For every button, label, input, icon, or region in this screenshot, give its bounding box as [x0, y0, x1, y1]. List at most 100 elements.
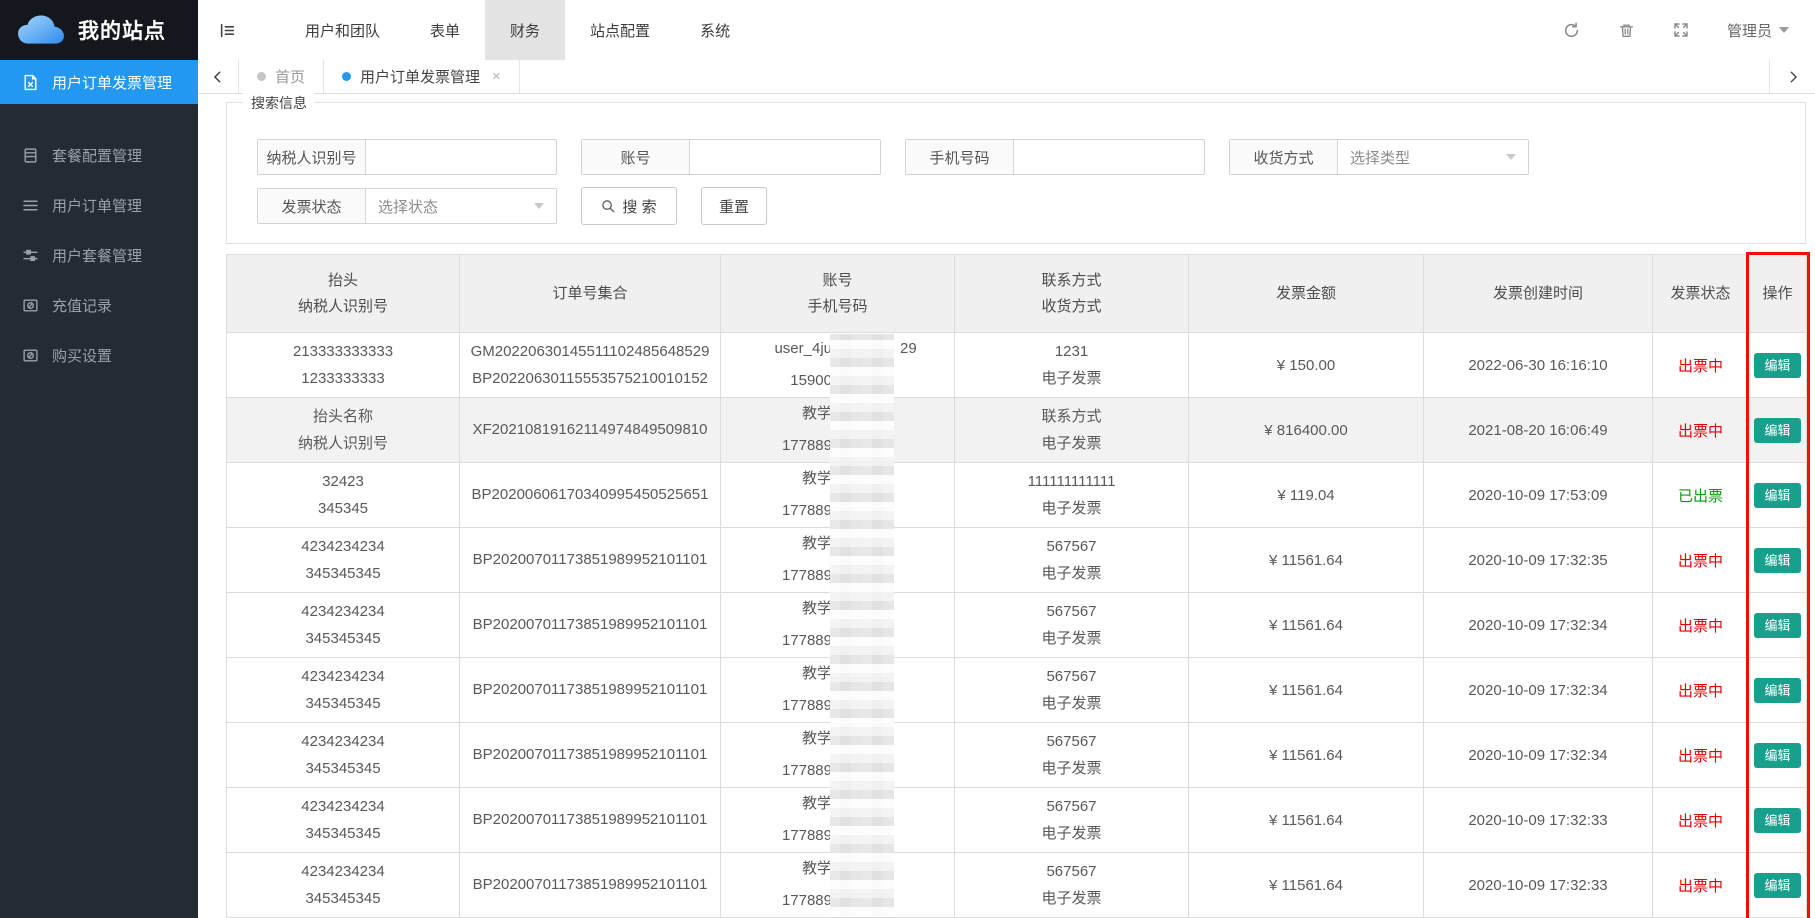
edit-button[interactable]: 编辑 — [1754, 678, 1800, 703]
account-text: 教学 — [802, 793, 832, 815]
tab-user-order-invoice-mgmt[interactable]: 用户订单发票管理× — [323, 60, 520, 93]
select-placeholder: 选择状态 — [378, 196, 438, 217]
nav-item-finance[interactable]: 财务 — [485, 0, 565, 60]
nav-item-users-teams[interactable]: 用户和团队 — [280, 0, 405, 60]
site-logo[interactable]: 我的站点 — [0, 0, 198, 60]
cell-created: 2020-10-09 17:32:33 — [1424, 788, 1653, 853]
cell-action: 编辑 — [1749, 723, 1807, 788]
reset-button[interactable]: 重置 — [701, 187, 767, 225]
search-panel-title: 搜索信息 — [243, 93, 315, 113]
search-select-invoice-status[interactable]: 选择状态 — [366, 189, 556, 223]
sidebar-item-label: 套餐配置管理 — [52, 145, 142, 166]
fullscreen-icon[interactable] — [1673, 22, 1689, 38]
edit-button[interactable]: 编辑 — [1754, 613, 1800, 638]
edit-button[interactable]: 编辑 — [1754, 808, 1800, 833]
cell-line: 567567 — [956, 536, 1187, 558]
search-input-account[interactable] — [690, 140, 880, 174]
nav-item-system[interactable]: 系统 — [675, 0, 755, 60]
cell-orders: GM20220630145511102485648529BP2022063011… — [460, 333, 721, 398]
cell-action: 编辑 — [1749, 333, 1807, 398]
search-input-taxpayer-id[interactable] — [366, 140, 556, 174]
cell-title: 4234234234345345345 — [227, 658, 460, 723]
cell-created: 2020-10-09 17:32:34 — [1424, 658, 1653, 723]
cloud-logo-icon — [16, 13, 66, 47]
cell-line: 电子发票 — [956, 758, 1187, 780]
refresh-icon[interactable] — [1563, 22, 1580, 39]
cell-line: 567567 — [956, 796, 1187, 818]
sidebar-item-package-config-mgmt[interactable]: 套餐配置管理 — [0, 133, 198, 177]
phone-text: 177889 — [782, 825, 832, 847]
cell-line: 567567 — [956, 601, 1187, 623]
cell-line: 电子发票 — [956, 888, 1187, 910]
cell-line: 111111111111 — [956, 471, 1187, 493]
edit-button[interactable]: 编辑 — [1754, 743, 1800, 768]
sidebar-item-label: 用户订单发票管理 — [52, 72, 172, 93]
search-field-taxpayer-id: 纳税人识别号 — [257, 139, 557, 175]
cell-action: 编辑 — [1749, 593, 1807, 658]
sidebar-item-user-package-mgmt[interactable]: 用户套餐管理 — [0, 233, 198, 277]
cell-line: 4234234234 — [228, 601, 458, 623]
table-row: 4234234234345345345BP2020070117385198995… — [227, 593, 1807, 658]
cell-action: 编辑 — [1749, 658, 1807, 723]
cell-line: 345345 — [228, 498, 458, 520]
tabs-scroll-right-button[interactable] — [1769, 60, 1815, 93]
cell-line: BP20200701173851989952101101 — [461, 874, 719, 896]
cell-line: 32423 — [228, 471, 458, 493]
status-badge: 出票中 — [1678, 358, 1723, 375]
header-line: 抬头 — [228, 270, 458, 292]
search-input-phone[interactable] — [1014, 140, 1204, 174]
cell-orders: XF20210819162114974849509810 — [460, 398, 721, 463]
search-button-label: 搜 索 — [622, 196, 656, 217]
table-row: 4234234234345345345BP2020070117385198995… — [227, 723, 1807, 788]
cell-title: 抬头名称纳税人识别号 — [227, 398, 460, 463]
cell-contact: 567567电子发票 — [955, 658, 1189, 723]
tab-close-icon[interactable]: × — [492, 68, 501, 85]
coin-icon — [22, 347, 39, 364]
status-badge: 出票中 — [1678, 423, 1723, 440]
cell-contact: 567567电子发票 — [955, 528, 1189, 593]
sidebar-item-user-order-invoice-mgmt[interactable]: 用户订单发票管理 — [0, 60, 198, 104]
user-menu[interactable]: 管理员 — [1727, 20, 1789, 41]
cell-status: 出票中 — [1653, 593, 1749, 658]
cell-line: 345345345 — [228, 823, 458, 845]
account-text: user_4ju — [774, 338, 832, 360]
sidebar-gap — [0, 104, 198, 133]
edit-button[interactable]: 编辑 — [1754, 483, 1800, 508]
cell-line: 电子发票 — [956, 823, 1187, 845]
status-badge: 出票中 — [1678, 813, 1723, 830]
sidebar-item-user-order-mgmt[interactable]: 用户订单管理 — [0, 183, 198, 227]
cell-contact: 111111111111电子发票 — [955, 463, 1189, 528]
phone-text: 177889 — [782, 760, 832, 782]
cell-amount: ¥ 11561.64 — [1189, 723, 1424, 788]
cell-contact: 1231电子发票 — [955, 333, 1189, 398]
header-line: 发票创建时间 — [1425, 283, 1651, 305]
tab-home[interactable]: 首页 — [238, 60, 323, 93]
nav-item-forms[interactable]: 表单 — [405, 0, 485, 60]
search-button[interactable]: 搜 索 — [581, 187, 677, 225]
edit-button[interactable]: 编辑 — [1754, 418, 1800, 443]
header-line: 手机号码 — [722, 296, 953, 318]
edit-button[interactable]: 编辑 — [1754, 548, 1800, 573]
sidebar-collapse-button[interactable] — [198, 0, 256, 60]
edit-button[interactable]: 编辑 — [1754, 873, 1800, 898]
col-header-invoice-amount: 发票金额 — [1189, 255, 1424, 333]
cell-line: GM20220630145511102485648529 — [461, 341, 719, 363]
cell-line: 抬头名称 — [228, 406, 458, 428]
chevron-down-icon — [534, 203, 544, 209]
cell-line: 213333333333 — [228, 341, 458, 363]
account-text-after: 29 — [900, 338, 917, 360]
sidebar-item-purchase-settings[interactable]: 购买设置 — [0, 333, 198, 377]
sidebar-item-recharge-records[interactable]: 充值记录 — [0, 283, 198, 327]
col-header-order-numbers: 订单号集合 — [460, 255, 721, 333]
tabs-scroll-left-button[interactable] — [198, 60, 238, 93]
cell-status: 出票中 — [1653, 788, 1749, 853]
status-badge: 已出票 — [1678, 488, 1723, 505]
nav-item-site-config[interactable]: 站点配置 — [565, 0, 675, 60]
trash-icon[interactable] — [1618, 22, 1635, 39]
search-field-label: 收货方式 — [1230, 140, 1338, 174]
search-field-label: 手机号码 — [906, 140, 1014, 174]
edit-button[interactable]: 编辑 — [1754, 353, 1800, 378]
search-select-delivery-method[interactable]: 选择类型 — [1338, 140, 1528, 174]
user-name: 管理员 — [1727, 20, 1772, 41]
sidebar-item-label: 购买设置 — [52, 345, 112, 366]
